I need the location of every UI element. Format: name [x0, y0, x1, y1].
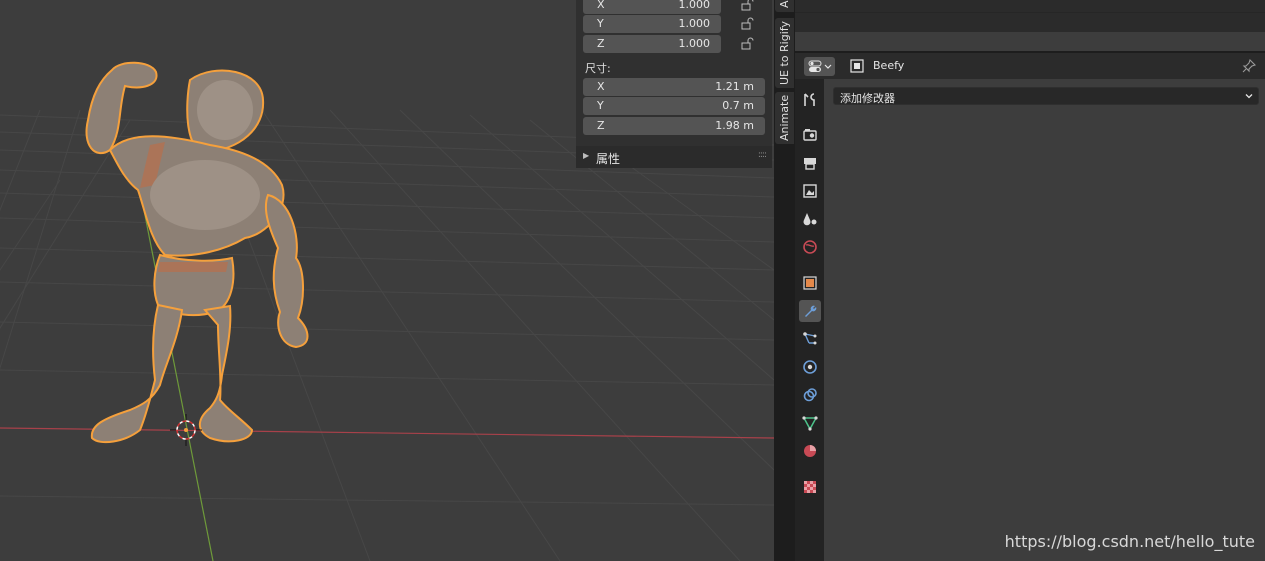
properties-subpanel-header[interactable]: ▶ 属性 :::: — [576, 146, 772, 168]
properties-tab-column — [795, 79, 824, 561]
watermark-text: https://blog.csdn.net/hello_tute — [1004, 532, 1255, 551]
output-icon — [804, 158, 816, 170]
subpanel-title: 属性 — [596, 152, 621, 166]
sidebar-n-panel: X 1.000 Y 1.000 Z 1.000 尺寸: X 1.21 m Y 0… — [576, 0, 772, 168]
field-value: 1.000 — [678, 37, 711, 50]
tab-object-data[interactable] — [799, 412, 821, 434]
pin-icon[interactable] — [1241, 58, 1257, 74]
object-name: Beefy — [873, 59, 905, 72]
dimension-z-field[interactable]: Z 1.98 m — [583, 117, 765, 135]
tab-particles[interactable] — [799, 328, 821, 350]
tool-icon — [804, 93, 815, 106]
scale-z-field[interactable]: Z 1.000 — [583, 35, 721, 53]
tab-view-layer[interactable] — [799, 180, 821, 202]
chevron-down-icon — [1245, 94, 1253, 99]
floor-grid — [0, 109, 774, 561]
outliner-bottom-strip — [795, 0, 1265, 12]
modifiers-panel: 添加修改器 — [824, 79, 1265, 561]
tab-modifiers[interactable] — [799, 300, 821, 322]
scene-icon — [803, 213, 817, 226]
field-value: 1.98 m — [715, 119, 754, 132]
sidebar-tab-strip: A UE to Rigify Animate — [774, 0, 795, 561]
region-separator — [795, 32, 1265, 51]
axis-label: X — [597, 80, 605, 93]
character-mesh[interactable] — [85, 61, 309, 444]
lock-y-icon[interactable] — [740, 17, 754, 31]
tab-animate[interactable]: Animate — [775, 92, 794, 144]
tab-texture[interactable] — [799, 476, 821, 498]
physics-icon — [803, 360, 817, 374]
render-icon — [803, 129, 817, 141]
particles-icon — [803, 332, 817, 345]
3d-viewport[interactable]: X 1.000 Y 1.000 Z 1.000 尺寸: X 1.21 m Y 0… — [0, 0, 774, 561]
lock-x-icon[interactable] — [740, 0, 754, 12]
axis-label: Z — [597, 119, 605, 132]
tab-scene[interactable] — [799, 208, 821, 230]
view-layer-icon — [803, 184, 817, 198]
tab-output[interactable] — [799, 152, 821, 174]
tab-object[interactable] — [799, 272, 821, 294]
tab-item[interactable]: A — [775, 0, 794, 12]
field-value: 1.21 m — [715, 80, 754, 93]
lock-z-icon[interactable] — [740, 37, 754, 51]
texture-icon — [804, 481, 816, 493]
object-type-icon — [850, 59, 864, 73]
axis-label: Y — [597, 17, 604, 30]
field-value: 1.000 — [678, 17, 711, 30]
axis-label: Z — [597, 37, 605, 50]
dimensions-label: 尺寸: — [585, 62, 611, 75]
tab-tool[interactable] — [799, 89, 821, 111]
display-mode-dropdown[interactable] — [804, 57, 835, 76]
constraints-icon — [803, 388, 817, 402]
tab-material[interactable] — [799, 440, 821, 462]
object-icon — [803, 276, 817, 290]
tab-physics[interactable] — [799, 356, 821, 378]
tab-constraints[interactable] — [799, 384, 821, 406]
field-value: 0.7 m — [722, 99, 754, 112]
dimension-x-field[interactable]: X 1.21 m — [583, 78, 765, 96]
tab-world[interactable] — [799, 236, 821, 258]
modifier-icon — [805, 305, 817, 317]
scale-x-field[interactable]: X 1.000 — [583, 0, 721, 14]
outliner-row — [795, 12, 1265, 32]
tab-ue-to-rigify[interactable]: UE to Rigify — [775, 18, 794, 88]
expand-triangle-icon: ▶ — [583, 151, 590, 160]
toggle-icon — [808, 60, 832, 72]
drag-grip-icon[interactable]: :::: — [758, 150, 767, 160]
material-icon — [804, 445, 816, 457]
world-icon — [803, 240, 817, 254]
properties-header: Beefy — [795, 51, 1265, 79]
object-data-icon — [802, 416, 818, 431]
axis-label: X — [597, 0, 605, 11]
add-modifier-dropdown[interactable]: 添加修改器 — [833, 87, 1259, 105]
tab-render[interactable] — [799, 124, 821, 146]
add-modifier-label: 添加修改器 — [840, 92, 895, 105]
properties-editor: Beefy 添加修改器 — [795, 0, 1265, 561]
field-value: 1.000 — [678, 0, 711, 11]
dimension-y-field[interactable]: Y 0.7 m — [583, 97, 765, 115]
axis-label: Y — [597, 99, 604, 112]
3d-cursor-icon[interactable] — [170, 414, 202, 446]
scale-y-field[interactable]: Y 1.000 — [583, 15, 721, 33]
